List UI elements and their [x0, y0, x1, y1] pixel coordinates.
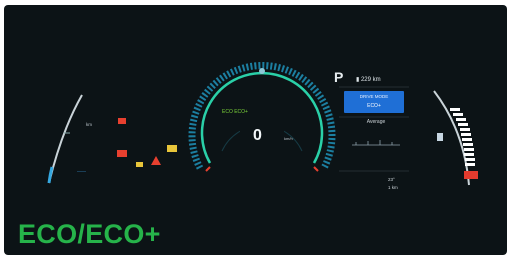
battery-low-segment: [464, 171, 478, 179]
temperature-readout: 23°: [388, 177, 395, 182]
left-gauge-fill: [47, 166, 54, 184]
drive-mode-title: DRIVE MODE: [359, 94, 389, 99]
average-label: Average: [366, 119, 386, 125]
left-gauge-label: km: [86, 122, 92, 127]
left-gauge-bottom-label: ——: [77, 169, 86, 174]
warning-icon-red-1: [118, 118, 126, 124]
mode-caption: ECO/ECO+: [18, 219, 161, 249]
trip-readout: 1 km: [388, 185, 398, 190]
warning-icon-yellow: [167, 145, 177, 152]
range-readout: ▮ 229 km: [356, 77, 381, 83]
warning-icon-yellow-2: [136, 162, 143, 167]
instrument-cluster: P ▮ 229 km DRIVE MODE ECO+ Average ECO E…: [4, 5, 507, 255]
battery-icon: [437, 133, 443, 141]
speed-unit: km/h: [284, 136, 293, 141]
warning-triangle-icon: [151, 156, 161, 165]
drive-mode-value: ECO+: [367, 103, 381, 109]
gear-indicator: P: [334, 69, 344, 85]
battery-bars: [450, 108, 478, 179]
speed-value: 0: [253, 127, 262, 144]
eco-readout: ECO ECO+: [222, 109, 248, 115]
speed-readout-bg: [240, 123, 284, 143]
warning-icon-red-2: [117, 150, 127, 157]
speedometer: [188, 62, 336, 172]
